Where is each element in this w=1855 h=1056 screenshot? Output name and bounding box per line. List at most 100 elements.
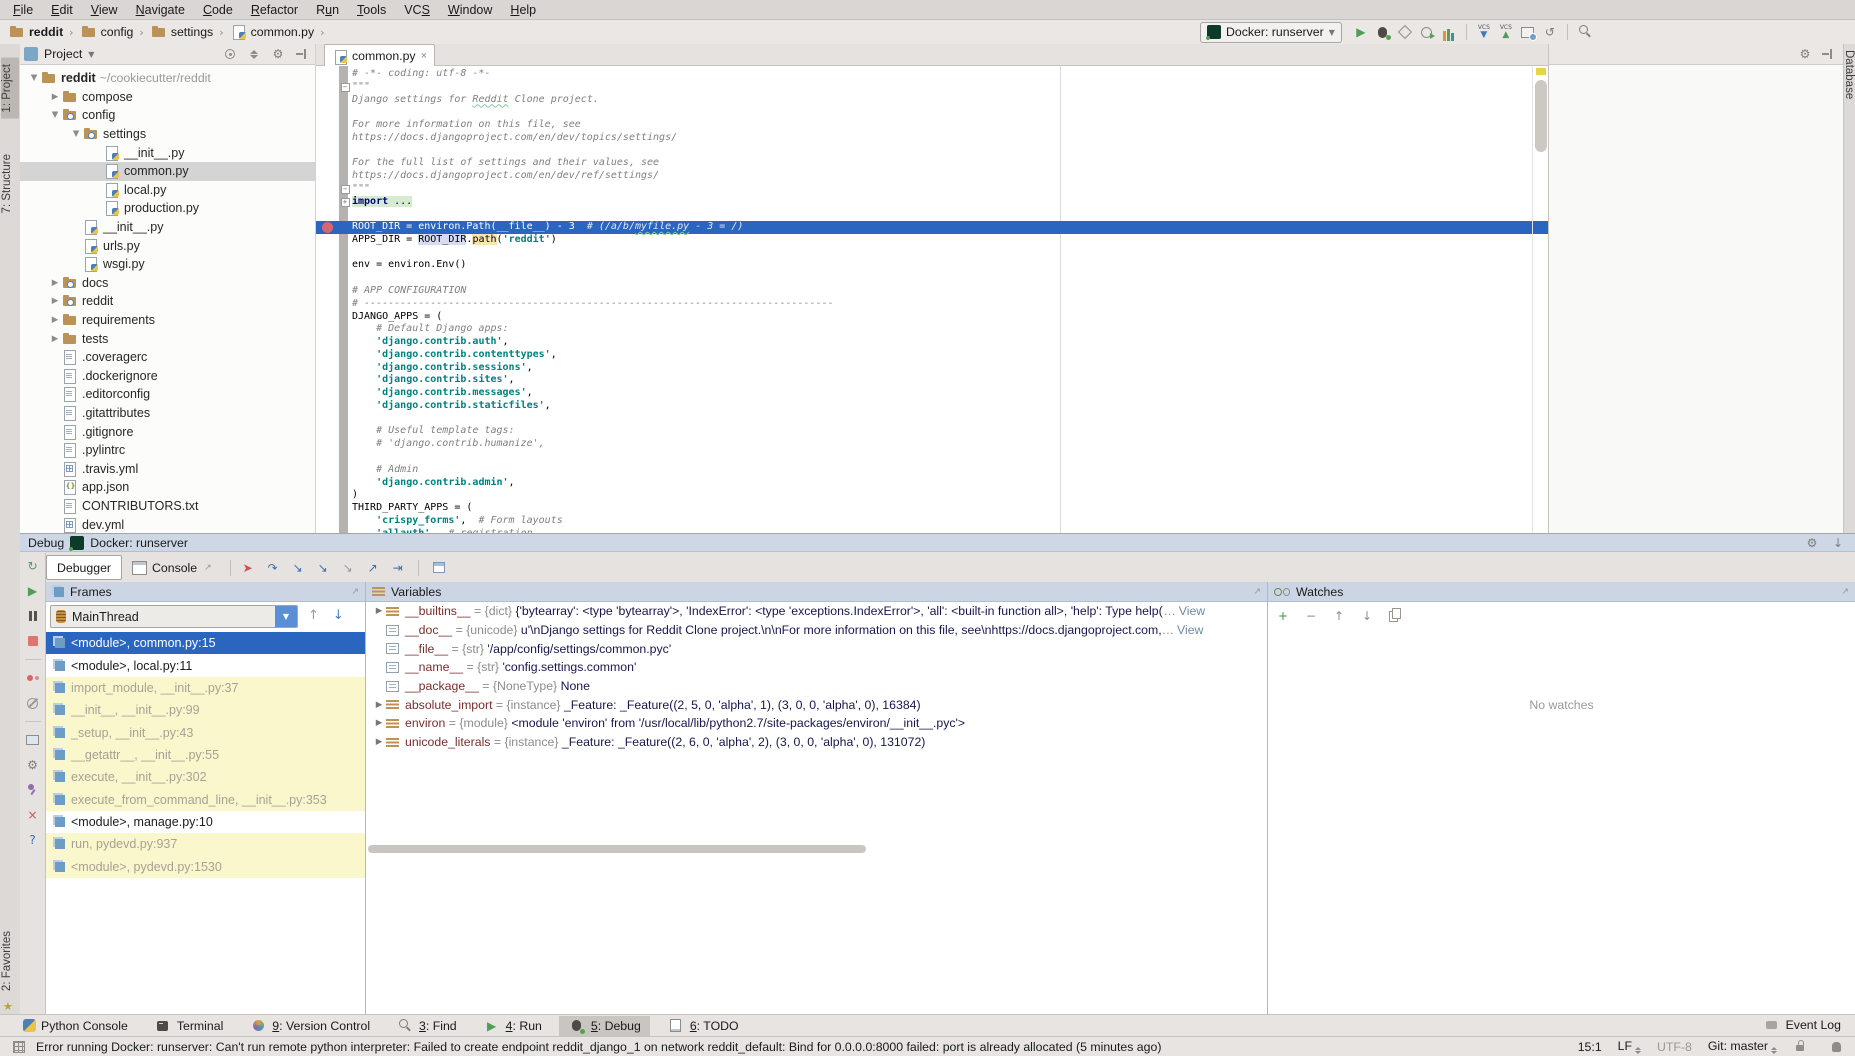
tree-item-dev-yml[interactable]: dev.yml bbox=[20, 515, 315, 534]
debug-icon[interactable] bbox=[1374, 23, 1392, 41]
pause-icon[interactable] bbox=[24, 607, 42, 625]
code-editor[interactable]: # -*- coding: utf-8 -*-"""Django setting… bbox=[316, 66, 1548, 533]
tree-item--coveragerc[interactable]: .coveragerc bbox=[20, 348, 315, 367]
scrollbar-thumb[interactable] bbox=[1535, 80, 1547, 152]
tree-item-wsgi-py[interactable]: wsgi.py bbox=[20, 255, 315, 274]
tree-item-config[interactable]: ▼config bbox=[20, 106, 315, 125]
view-link[interactable]: View bbox=[1177, 623, 1203, 637]
tree-item-compose[interactable]: ▶compose bbox=[20, 88, 315, 107]
step-into-my-code-icon[interactable]: ↘ bbox=[314, 559, 332, 577]
stop-icon[interactable] bbox=[24, 632, 42, 650]
tree-item-__init__-py[interactable]: __init__.py bbox=[20, 218, 315, 237]
breadcrumb-item-config[interactable]: config bbox=[80, 25, 134, 39]
menu-file[interactable]: File bbox=[4, 0, 42, 20]
menu-navigate[interactable]: Navigate bbox=[127, 0, 194, 20]
variable-row[interactable]: ▶environ = {module} <module 'environ' fr… bbox=[366, 714, 1267, 733]
tree-expand-icon[interactable]: ▶ bbox=[49, 92, 61, 102]
fold-collapse-icon[interactable]: − bbox=[341, 83, 350, 92]
hide-icon[interactable] bbox=[293, 45, 311, 63]
rerun-icon[interactable]: ↻ bbox=[24, 557, 42, 575]
lock-icon[interactable] bbox=[1793, 1038, 1811, 1056]
breadcrumb-item-common-py[interactable]: common.py bbox=[230, 25, 315, 39]
menu-refactor[interactable]: Refactor bbox=[242, 0, 307, 20]
locate-icon[interactable] bbox=[221, 45, 239, 63]
tab-console[interactable]: Console ↗ bbox=[122, 556, 222, 579]
expand-icon[interactable]: ▶ bbox=[372, 737, 386, 747]
hide-icon[interactable] bbox=[1819, 45, 1837, 63]
tree-expand-icon[interactable]: ▶ bbox=[49, 334, 61, 344]
tool-stripe-tab-structure[interactable]: 7: Structure bbox=[1, 148, 19, 219]
tree-expand-icon[interactable]: ▶ bbox=[49, 296, 61, 306]
tab-debugger[interactable]: Debugger bbox=[46, 555, 122, 580]
expand-icon[interactable]: ▶ bbox=[372, 606, 386, 616]
pin-icon[interactable] bbox=[24, 781, 42, 799]
tree-item-__init__-py[interactable]: __init__.py bbox=[20, 143, 315, 162]
menu-help[interactable]: Help bbox=[501, 0, 545, 20]
remove-icon[interactable]: − bbox=[1302, 607, 1320, 625]
run-configuration-select[interactable]: Docker: runserver ▼ bbox=[1200, 22, 1342, 43]
tree-item-CONTRIBUTORS-txt[interactable]: CONTRIBUTORS.txt bbox=[20, 497, 315, 516]
menu-tools[interactable]: Tools bbox=[348, 0, 395, 20]
editor-scrollbar[interactable] bbox=[1532, 66, 1548, 533]
highlighting-level-icon[interactable] bbox=[1827, 1038, 1845, 1056]
project-view-dropdown-icon[interactable]: ▼ bbox=[88, 50, 94, 59]
tree-item-local-py[interactable]: local.py bbox=[20, 181, 315, 200]
view-breakpoints-icon[interactable] bbox=[24, 669, 42, 687]
tree-item--editorconfig[interactable]: .editorconfig bbox=[20, 385, 315, 404]
vcs-update-icon[interactable]: VCS▼ bbox=[1475, 23, 1493, 41]
toolwindow-button-3-find[interactable]: 3: Find bbox=[387, 1016, 466, 1036]
evaluate-expression-icon[interactable] bbox=[430, 559, 448, 577]
toolwindow-button-9-version-control[interactable]: 9: Version Control bbox=[240, 1016, 379, 1036]
tree-item-docs[interactable]: ▶docs bbox=[20, 274, 315, 293]
expand-icon[interactable]: ▶ bbox=[372, 700, 386, 710]
variable-row[interactable]: __doc__ = {unicode} u'\nDjango settings … bbox=[366, 621, 1267, 640]
settings-icon[interactable]: ⚙ bbox=[1796, 45, 1814, 63]
close-icon[interactable] bbox=[421, 50, 427, 62]
tree-expand-icon[interactable]: ▶ bbox=[49, 278, 61, 288]
status-grid-icon[interactable] bbox=[10, 1038, 28, 1056]
toolwindow-button-5-debug[interactable]: 5: Debug bbox=[559, 1016, 650, 1036]
fold-expand-icon[interactable]: + bbox=[341, 198, 350, 207]
toolwindow-button-4-run[interactable]: ▶4: Run bbox=[474, 1016, 551, 1036]
changes-icon[interactable] bbox=[1519, 23, 1537, 41]
caret-position[interactable]: 15:1 bbox=[1578, 1040, 1602, 1054]
stack-frame[interactable]: <module>, local.py:11 bbox=[46, 654, 365, 676]
variable-row[interactable]: __package__ = {NoneType} None bbox=[366, 677, 1267, 696]
hide-bottom-icon[interactable]: ↓ bbox=[1829, 534, 1847, 552]
tree-item-common-py[interactable]: common.py bbox=[20, 162, 315, 181]
variable-row[interactable]: ▶unicode_literals = {instance} _Feature:… bbox=[366, 733, 1267, 752]
menu-run[interactable]: Run bbox=[307, 0, 348, 20]
tree-collapse-icon[interactable]: ▼ bbox=[28, 73, 40, 83]
event-log-button[interactable]: Event Log bbox=[1763, 1014, 1841, 1036]
toolwindow-button-terminal[interactable]: Terminal bbox=[145, 1016, 232, 1036]
tree-item--gitignore[interactable]: .gitignore bbox=[20, 422, 315, 441]
variable-row[interactable]: ▶__builtins__ = {dict} {'bytearray': <ty… bbox=[366, 602, 1267, 621]
breadcrumb-item-settings[interactable]: settings bbox=[150, 25, 213, 39]
error-stripe-mark[interactable] bbox=[1536, 68, 1546, 75]
stack-frame[interactable]: <module>, manage.py:10 bbox=[46, 811, 365, 833]
stack-frame[interactable]: execute_from_command_line, __init__.py:3… bbox=[46, 788, 365, 810]
tool-stripe-tab-database[interactable]: Database bbox=[1844, 50, 1855, 99]
menu-vcs[interactable]: VCS bbox=[395, 0, 439, 20]
profiler-icon[interactable] bbox=[1418, 23, 1436, 41]
resume-icon[interactable]: ▶ bbox=[24, 582, 42, 600]
expand-icon[interactable]: ▶ bbox=[372, 718, 386, 728]
settings-icon[interactable]: ⚙ bbox=[269, 45, 287, 63]
variables-hscrollbar[interactable] bbox=[368, 845, 866, 853]
settings-icon[interactable]: ⚙ bbox=[1803, 534, 1821, 552]
breadcrumb-item-reddit[interactable]: reddit bbox=[8, 25, 63, 39]
close-icon[interactable]: × bbox=[24, 806, 42, 824]
navigate-icon[interactable] bbox=[245, 45, 263, 63]
help-icon[interactable]: ? bbox=[24, 831, 42, 849]
view-link[interactable]: View bbox=[1179, 604, 1205, 618]
tree-item--pylintrc[interactable]: .pylintrc bbox=[20, 441, 315, 460]
tree-item--gitattributes[interactable]: .gitattributes bbox=[20, 404, 315, 423]
add-icon[interactable]: + bbox=[1274, 607, 1292, 625]
tree-expand-icon[interactable]: ▶ bbox=[49, 315, 61, 325]
stack-frame[interactable]: import_module, __init__.py:37 bbox=[46, 677, 365, 699]
tool-stripe-tab-favorites[interactable]: 2: Favorites bbox=[1, 925, 19, 997]
mute-breakpoints-icon[interactable] bbox=[24, 694, 42, 712]
vcs-commit-icon[interactable]: VCS▲ bbox=[1497, 23, 1515, 41]
tree-item-reddit[interactable]: ▶reddit bbox=[20, 292, 315, 311]
duplicate-icon[interactable] bbox=[1386, 607, 1404, 625]
